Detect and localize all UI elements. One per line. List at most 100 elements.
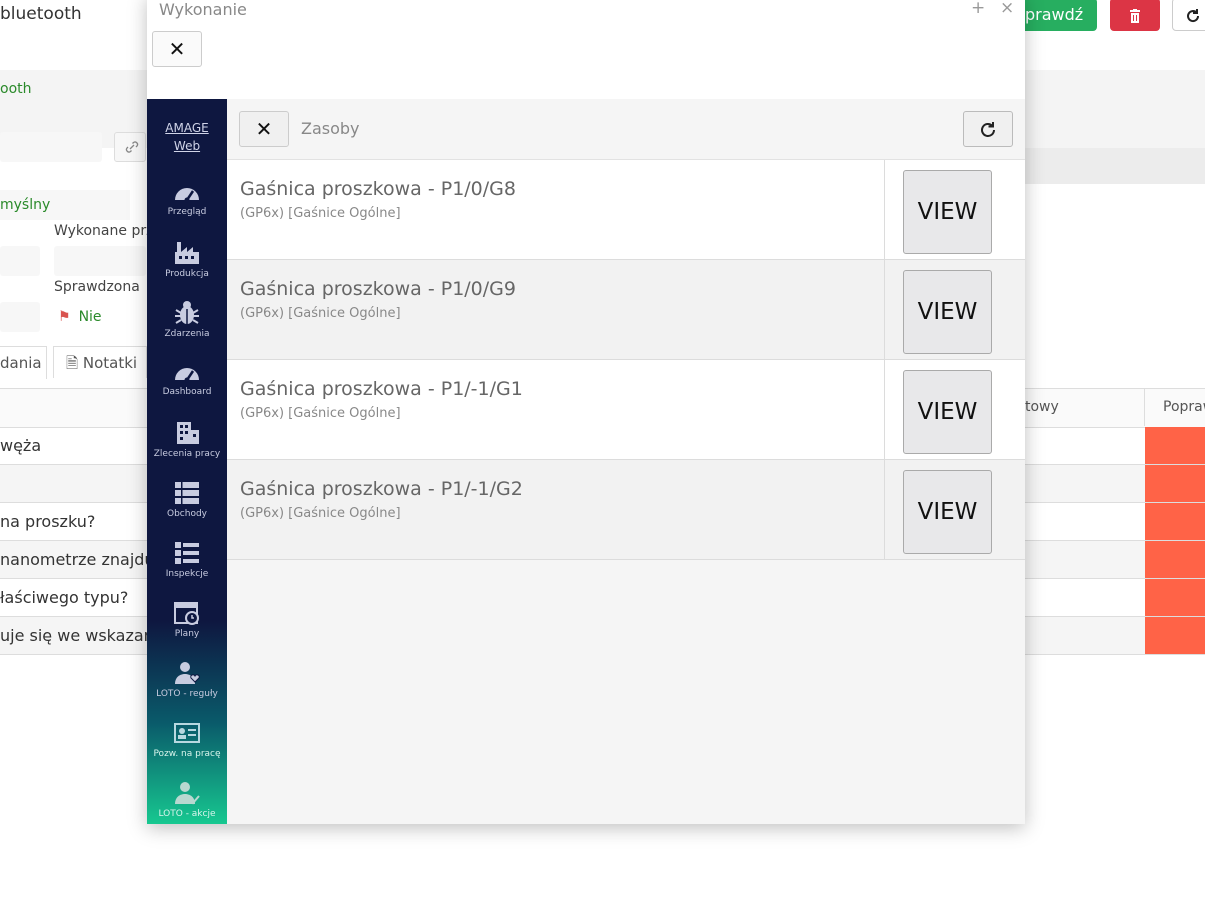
item-name: Gaśnica proszkowa - P1/-1/G1 xyxy=(240,378,523,400)
form-band-right xyxy=(1025,148,1205,184)
sidebar-item-label: Inspekcje xyxy=(165,569,209,579)
column-header: towy xyxy=(1025,399,1059,415)
brand-line-1: AMAGE xyxy=(165,121,209,135)
item-subtitle: (GP6x) [Gaśnice Ogólne] xyxy=(240,406,401,421)
refresh-icon xyxy=(981,121,995,137)
item-subtitle: (GP6x) [Gaśnice Ogólne] xyxy=(240,206,401,221)
link-icon xyxy=(125,141,139,153)
tab-notatki-label: Notatki xyxy=(82,354,138,372)
sidebar-item-label: LOTO - akcje xyxy=(158,809,216,819)
view-button[interactable]: VIEW xyxy=(903,170,992,254)
resources-panel: ✕ Zasoby Gaśnica proszkowa - P1/0/G8 (GP… xyxy=(227,99,1025,824)
sidebar-item-label: Obchody xyxy=(167,509,207,519)
view-button[interactable]: VIEW xyxy=(903,270,992,354)
item-divider xyxy=(884,360,885,459)
item-divider xyxy=(884,460,885,559)
gauge-icon xyxy=(175,368,199,383)
sidebar-item-label: Plany xyxy=(174,629,200,639)
item-subtitle: (GP6x) [Gaśnice Ogólne] xyxy=(240,306,401,321)
gauge-icon xyxy=(175,188,199,203)
resources-close-button[interactable]: ✕ xyxy=(239,111,289,147)
sidebar-item-label: Zlecenia pracy xyxy=(153,449,221,459)
item-subtitle: (GP6x) [Gaśnice Ogólne] xyxy=(240,506,401,521)
modal-header: Wykonanie + × ✕ xyxy=(147,0,1025,99)
sidebar-item-inspekcje[interactable]: Inspekcje xyxy=(147,540,227,600)
execution-modal: Wykonanie + × ✕ AMAGE Web Przegląd Produ… xyxy=(147,0,1025,824)
sprawdzona-value-text: Nie xyxy=(78,309,102,325)
sidebar-item-loto-akcje[interactable]: LOTO - akcje xyxy=(147,780,227,824)
building-icon xyxy=(177,422,199,444)
sprawdzona-label: Sprawdzona xyxy=(54,279,140,295)
type-field[interactable]: myślny xyxy=(0,190,130,220)
sidebar-item-plany[interactable]: Plany xyxy=(147,600,227,660)
sprawdzona-field-left[interactable] xyxy=(0,302,40,332)
sidebar-item-label: Dashboard xyxy=(162,387,212,397)
refresh-icon xyxy=(1187,9,1200,23)
page-title: bluetooth xyxy=(0,4,82,24)
refresh-button[interactable] xyxy=(1172,0,1205,31)
resources-title: Zasoby xyxy=(301,119,360,138)
sidebar-item-zdarzenia[interactable]: Zdarzenia xyxy=(147,300,227,360)
id-card-icon xyxy=(174,723,200,743)
status-cell xyxy=(1145,617,1205,654)
list-icon xyxy=(175,482,199,504)
list-item[interactable]: Gaśnica proszkowa - P1/0/G9 (GP6x) [Gaśn… xyxy=(227,260,1025,360)
sidebar-item-obchody[interactable]: Obchody xyxy=(147,480,227,540)
sidebar-item-pozw-na-prace[interactable]: Pozw. na pracę xyxy=(147,720,227,780)
list-item[interactable]: Gaśnica proszkowa - P1/0/G8 (GP6x) [Gaśn… xyxy=(227,160,1025,260)
view-button[interactable]: VIEW xyxy=(903,470,992,554)
resources-refresh-button[interactable] xyxy=(963,111,1013,147)
wykonane-field-2[interactable] xyxy=(54,246,146,276)
status-cell xyxy=(1145,465,1205,502)
list-item[interactable]: Gaśnica proszkowa - P1/-1/G1 (GP6x) [Gaś… xyxy=(227,360,1025,460)
check-button[interactable]: prawdź xyxy=(1025,0,1097,31)
sidebar-item-zlecenia-pracy[interactable]: Zlecenia pracy xyxy=(147,420,227,480)
sidebar-item-loto-reguly[interactable]: LOTO - reguły xyxy=(147,660,227,720)
factory-icon xyxy=(175,242,199,264)
maximize-button[interactable]: + xyxy=(971,0,985,18)
status-cell xyxy=(1145,541,1205,578)
resources-toolbar: ✕ Zasoby xyxy=(227,99,1025,160)
sidebar-item-label: LOTO - reguły xyxy=(156,689,218,699)
link-button[interactable] xyxy=(114,132,146,162)
document-icon: 🗎 xyxy=(66,354,79,372)
modal-close-x[interactable]: × xyxy=(1000,0,1014,18)
view-button[interactable]: VIEW xyxy=(903,370,992,454)
trash-icon xyxy=(1130,8,1140,23)
status-cell xyxy=(1145,427,1205,464)
tab-zadania[interactable]: dania xyxy=(0,346,47,379)
list-item[interactable]: Gaśnica proszkowa - P1/-1/G2 (GP6x) [Gaś… xyxy=(227,460,1025,560)
wykonane-field[interactable] xyxy=(0,246,40,276)
item-name: Gaśnica proszkowa - P1/0/G9 xyxy=(240,278,516,300)
device-link[interactable]: ooth xyxy=(0,81,32,97)
sidebar-item-label: Zdarzenia xyxy=(164,329,210,339)
sidebar-item-label: Produkcja xyxy=(165,269,209,279)
sidebar: AMAGE Web Przegląd Produkcja Zdarzenia D… xyxy=(147,99,227,824)
user-check-icon xyxy=(175,782,200,805)
calendar-clock-icon xyxy=(174,602,199,625)
brand-link[interactable]: AMAGE Web xyxy=(147,119,227,155)
tab-notatki[interactable]: 🗎 Notatki xyxy=(53,346,147,378)
column-divider xyxy=(1144,388,1145,426)
modal-title: Wykonanie xyxy=(159,0,247,19)
sprawdzona-value: ⚑ Nie xyxy=(58,309,102,325)
flag-icon: ⚑ xyxy=(58,309,71,325)
modal-close-button[interactable]: ✕ xyxy=(152,31,202,67)
bug-icon xyxy=(175,301,199,324)
sidebar-item-label: Pozw. na pracę xyxy=(153,749,221,759)
item-divider xyxy=(884,260,885,359)
item-divider xyxy=(884,160,885,259)
user-heart-icon xyxy=(175,662,200,684)
brand-line-2: Web xyxy=(173,139,201,153)
wykonane-label: Wykonane prz xyxy=(54,223,154,239)
delete-button[interactable] xyxy=(1110,0,1160,31)
sidebar-item-produkcja[interactable]: Produkcja xyxy=(147,240,227,300)
text-field[interactable] xyxy=(0,132,102,162)
status-cell xyxy=(1145,579,1205,616)
sidebar-item-label: Przegląd xyxy=(167,207,207,217)
item-name: Gaśnica proszkowa - P1/0/G8 xyxy=(240,178,516,200)
sidebar-item-przeglad[interactable]: Przegląd xyxy=(147,180,227,240)
column-header-popraw: Popraw xyxy=(1163,399,1205,415)
status-cell xyxy=(1145,503,1205,540)
sidebar-item-dashboard[interactable]: Dashboard xyxy=(147,360,227,420)
